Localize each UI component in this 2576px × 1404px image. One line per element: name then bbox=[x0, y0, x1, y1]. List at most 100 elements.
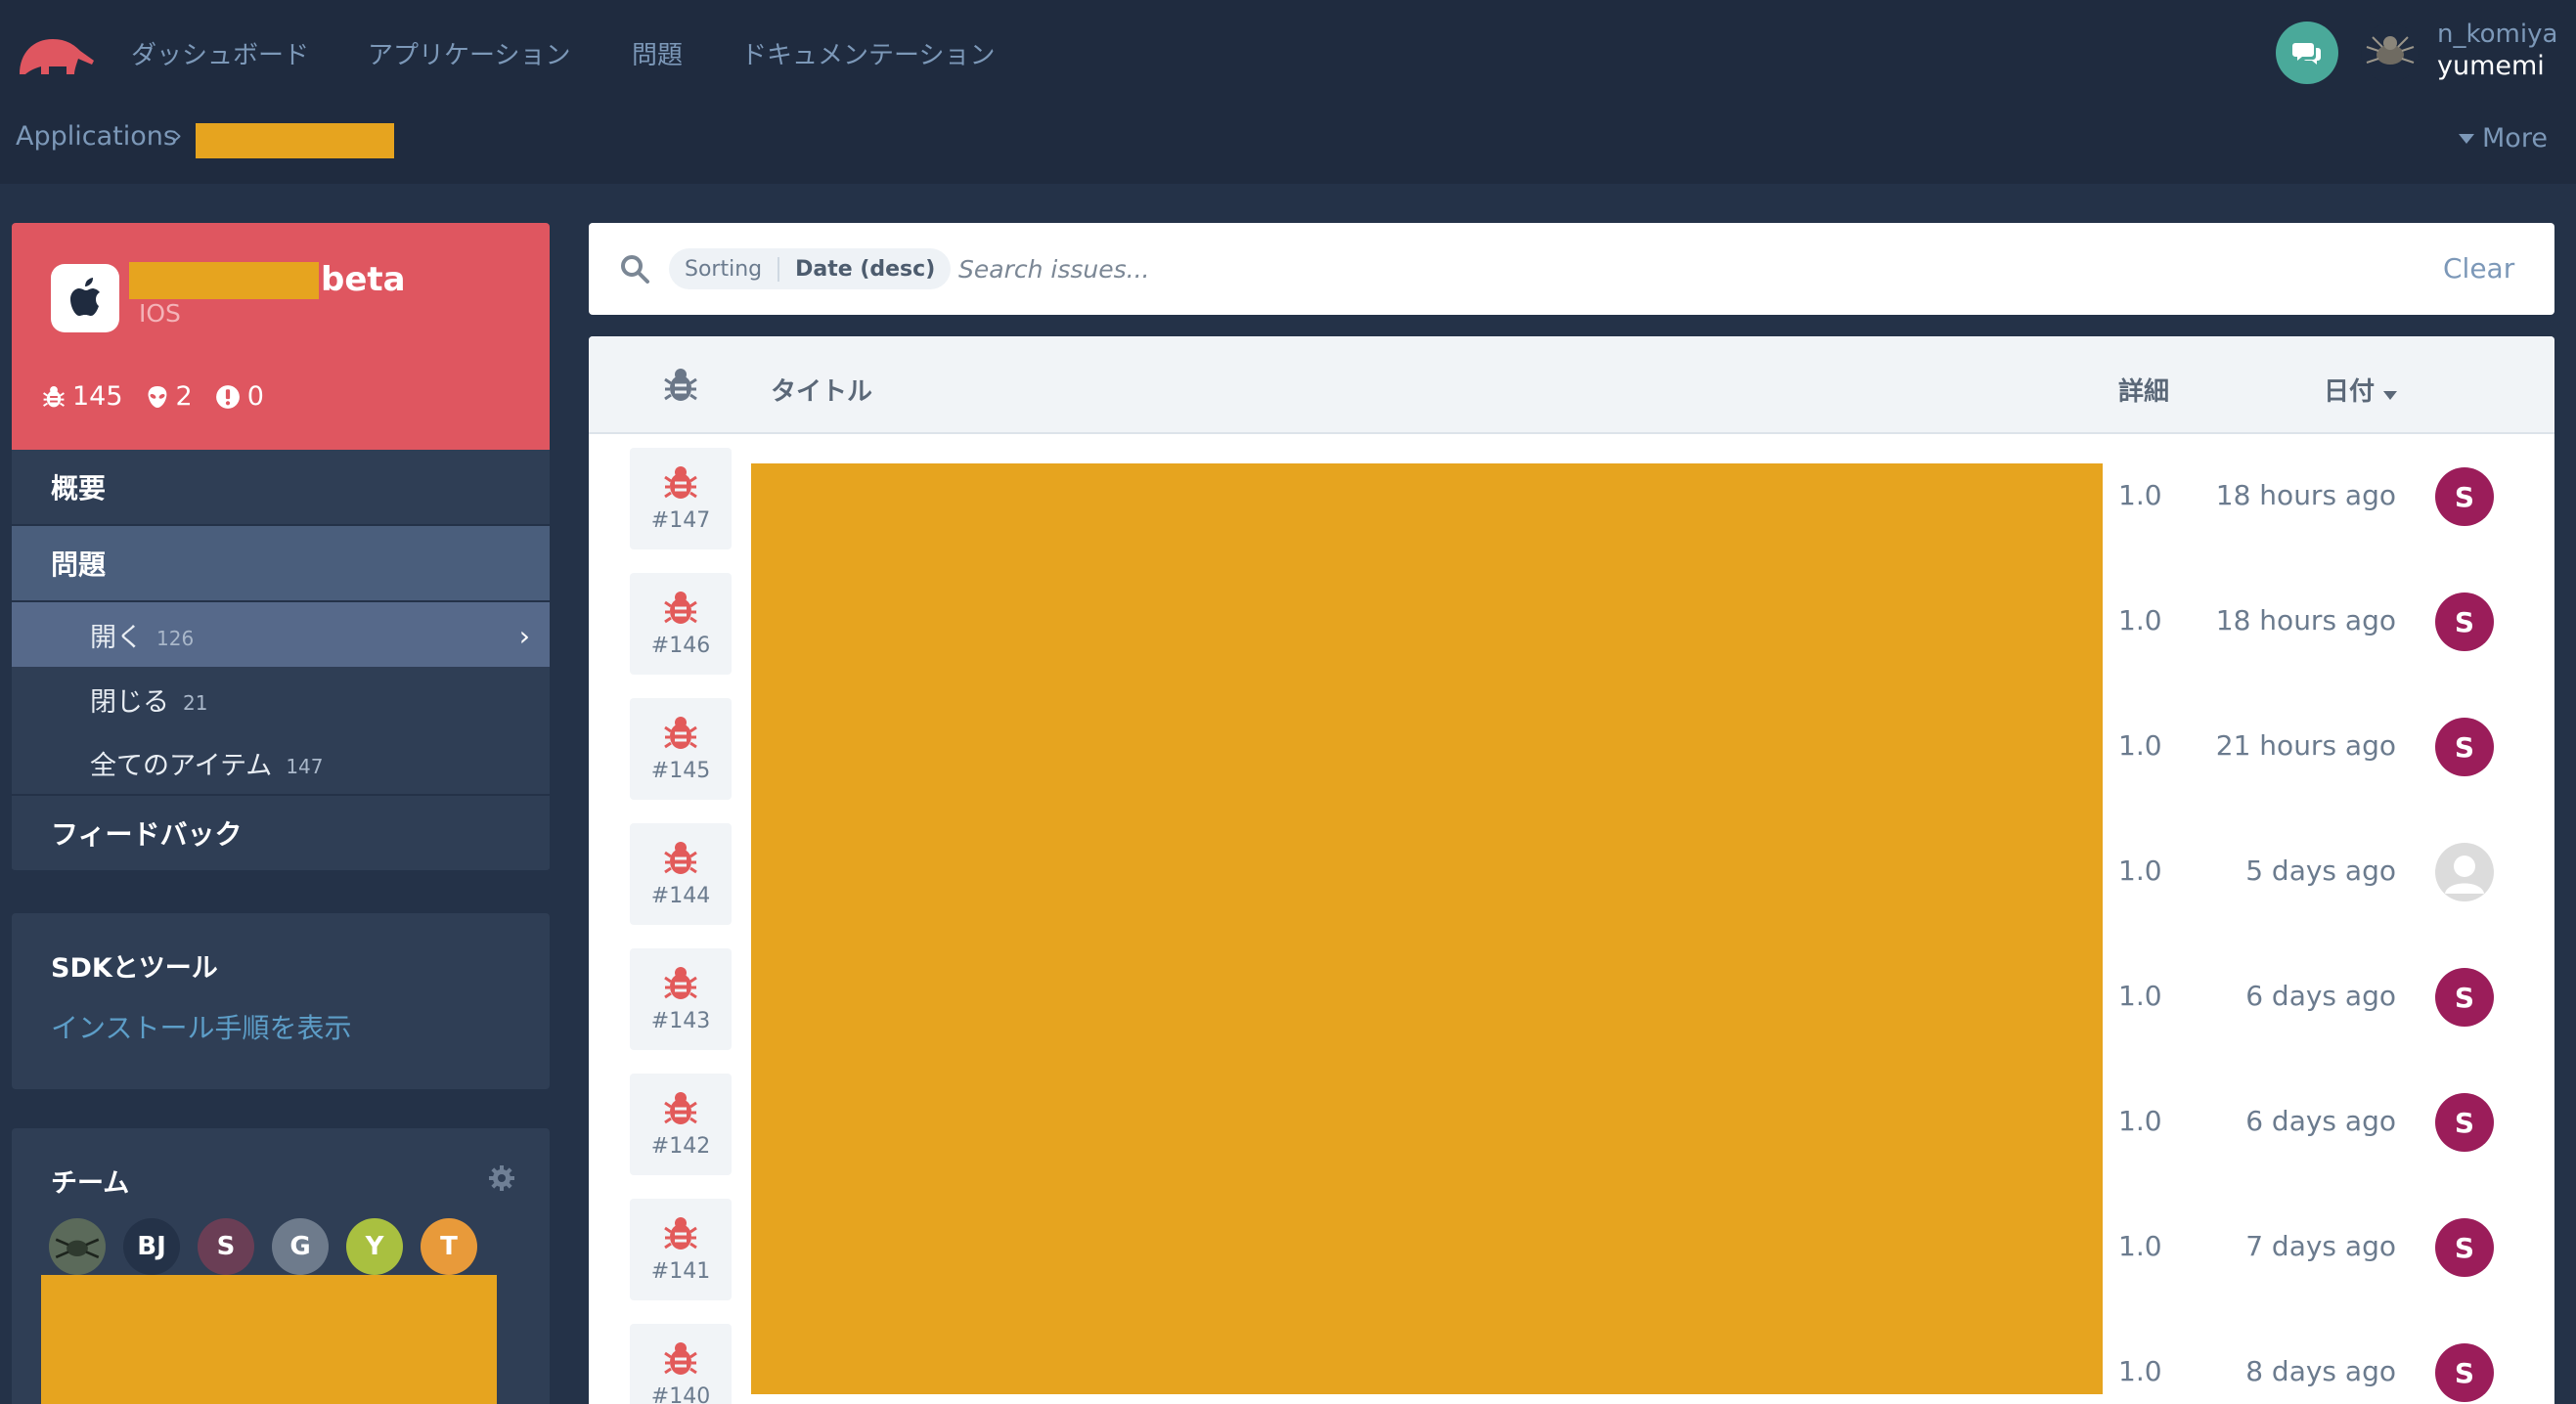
issues-table: タイトル 詳細 日付 #147 1.0 18 hours ago S #146 1.0 18… bbox=[589, 336, 2554, 1404]
issue-number: #143 bbox=[650, 1009, 711, 1033]
issue-number: #144 bbox=[650, 884, 711, 908]
subitem-label: 開く bbox=[90, 622, 143, 653]
search-input[interactable] bbox=[958, 246, 2230, 291]
nav-issues[interactable]: 問題 bbox=[632, 35, 683, 71]
issue-date: 5 days ago bbox=[2245, 855, 2396, 887]
sidebar-item-issues[interactable]: 問題 bbox=[12, 526, 550, 602]
app-stats: 145 2 0 bbox=[41, 381, 264, 412]
issue-type-badge[interactable]: #147 bbox=[630, 448, 732, 549]
nav-applications[interactable]: アプリケーション bbox=[368, 35, 570, 71]
chat-button[interactable] bbox=[2276, 22, 2338, 84]
issue-date: 8 days ago bbox=[2245, 1355, 2396, 1387]
organization-name[interactable]: yumemi bbox=[2437, 51, 2545, 81]
team-members: BJ S G Y T bbox=[49, 1218, 477, 1275]
issue-type-badge[interactable]: #144 bbox=[630, 823, 732, 925]
reporter-avatar[interactable]: S bbox=[2435, 592, 2494, 651]
stat-crashes[interactable]: 145 bbox=[41, 381, 123, 412]
column-details[interactable]: 詳細 bbox=[2118, 372, 2169, 408]
top-navigation: ダッシュボード アプリケーション 問題 ドキュメンテーション n_komiya … bbox=[0, 0, 2576, 106]
nav-documentation[interactable]: ドキュメンテーション bbox=[741, 35, 995, 71]
more-label: More bbox=[2482, 123, 2548, 154]
breadcrumb-app-redacted[interactable] bbox=[196, 123, 394, 158]
spider-avatar-icon bbox=[49, 1218, 106, 1275]
member-avatar[interactable]: T bbox=[421, 1218, 477, 1275]
bug-icon bbox=[664, 967, 697, 999]
clear-button[interactable]: Clear bbox=[2443, 252, 2514, 285]
chevron-right-icon: › bbox=[518, 620, 530, 652]
issue-type-badge[interactable]: #143 bbox=[630, 948, 732, 1050]
team-card: チーム BJ S G Y T bbox=[12, 1128, 550, 1404]
issue-number: #140 bbox=[650, 1384, 711, 1404]
issue-number: #141 bbox=[650, 1259, 711, 1284]
subitem-label: 全てのアイテム bbox=[90, 750, 273, 781]
app-name-redacted bbox=[129, 262, 319, 299]
sorting-value: Date (desc) bbox=[777, 256, 951, 282]
issue-version: 1.0 bbox=[2118, 604, 2162, 636]
reporter-avatar-default[interactable] bbox=[2435, 843, 2494, 901]
issue-search-bar: Sorting Date (desc) Clear bbox=[589, 223, 2554, 315]
sdk-title: SDKとツール bbox=[51, 953, 218, 984]
issue-version: 1.0 bbox=[2118, 479, 2162, 511]
column-date[interactable]: 日付 bbox=[2324, 372, 2398, 408]
stat-feedback[interactable]: 2 bbox=[145, 381, 193, 412]
sidebar-item-overview[interactable]: 概要 bbox=[12, 450, 550, 526]
sidebar-subitem-closed[interactable]: 閉じる 21 bbox=[12, 667, 550, 731]
app-header-card: beta IOS 145 2 0 bbox=[12, 223, 550, 450]
sidebar-subitem-all[interactable]: 全てのアイテム 147 bbox=[12, 731, 550, 796]
caret-down-icon bbox=[2459, 133, 2474, 144]
table-header: タイトル 詳細 日付 bbox=[589, 336, 2554, 434]
reporter-avatar[interactable]: S bbox=[2435, 718, 2494, 776]
search-icon bbox=[621, 255, 649, 284]
member-avatar[interactable]: Y bbox=[346, 1218, 403, 1275]
issue-type-badge[interactable]: #142 bbox=[630, 1074, 732, 1175]
issue-titles-redacted[interactable] bbox=[751, 463, 2103, 1394]
feedback-count: 2 bbox=[175, 381, 193, 412]
reporter-avatar[interactable]: S bbox=[2435, 1218, 2494, 1277]
alert-count: 0 bbox=[246, 381, 264, 412]
anteater-logo-icon[interactable] bbox=[14, 31, 96, 78]
apple-icon bbox=[70, 278, 100, 316]
reporter-avatar[interactable]: S bbox=[2435, 968, 2494, 1027]
member-avatar[interactable]: S bbox=[198, 1218, 254, 1275]
install-instructions-link[interactable]: インストール手順を表示 bbox=[51, 1007, 351, 1046]
member-avatar[interactable]: G bbox=[272, 1218, 329, 1275]
issue-version: 1.0 bbox=[2118, 1355, 2162, 1387]
more-button[interactable]: More bbox=[2459, 123, 2548, 154]
issue-version: 1.0 bbox=[2118, 980, 2162, 1012]
reporter-avatar[interactable]: S bbox=[2435, 1343, 2494, 1402]
bug-icon bbox=[664, 842, 697, 874]
breadcrumb-separator: › bbox=[172, 121, 183, 151]
reporter-avatar[interactable]: S bbox=[2435, 1093, 2494, 1152]
issue-version: 1.0 bbox=[2118, 1105, 2162, 1137]
issue-version: 1.0 bbox=[2118, 1230, 2162, 1262]
exclamation-circle-icon bbox=[215, 384, 240, 409]
bug-icon bbox=[664, 1217, 697, 1250]
issue-type-badge[interactable]: #140 bbox=[630, 1324, 732, 1404]
reporter-avatar[interactable]: S bbox=[2435, 467, 2494, 526]
issue-type-badge[interactable]: #141 bbox=[630, 1199, 732, 1300]
sidebar-item-feedback[interactable]: フィードバック bbox=[12, 796, 550, 872]
column-title[interactable]: タイトル bbox=[771, 372, 872, 408]
bug-icon bbox=[664, 1342, 697, 1375]
issue-number: #147 bbox=[650, 508, 711, 533]
issue-date: 7 days ago bbox=[2245, 1230, 2396, 1262]
issue-type-badge[interactable]: #145 bbox=[630, 698, 732, 800]
subitem-count: 126 bbox=[156, 627, 195, 650]
sort-caret-down-icon bbox=[2383, 391, 2398, 400]
sidebar-subitem-open[interactable]: 開く 126 › bbox=[12, 602, 550, 667]
issue-date: 21 hours ago bbox=[2215, 729, 2396, 762]
user-avatar[interactable] bbox=[2359, 22, 2421, 84]
gear-icon[interactable] bbox=[487, 1163, 516, 1193]
bug-icon bbox=[664, 592, 697, 624]
column-date-label: 日付 bbox=[2324, 377, 2376, 407]
nav-dashboard[interactable]: ダッシュボード bbox=[131, 35, 309, 71]
issue-date: 6 days ago bbox=[2245, 1105, 2396, 1137]
stat-alerts[interactable]: 0 bbox=[214, 381, 264, 412]
member-avatar[interactable]: BJ bbox=[123, 1218, 180, 1275]
member-avatar[interactable] bbox=[49, 1218, 106, 1275]
username[interactable]: n_komiya bbox=[2437, 20, 2557, 49]
sorting-pill[interactable]: Sorting Date (desc) bbox=[669, 248, 952, 289]
breadcrumb-applications[interactable]: Applications bbox=[16, 121, 177, 152]
issue-type-badge[interactable]: #146 bbox=[630, 573, 732, 675]
issue-date: 18 hours ago bbox=[2215, 604, 2396, 636]
